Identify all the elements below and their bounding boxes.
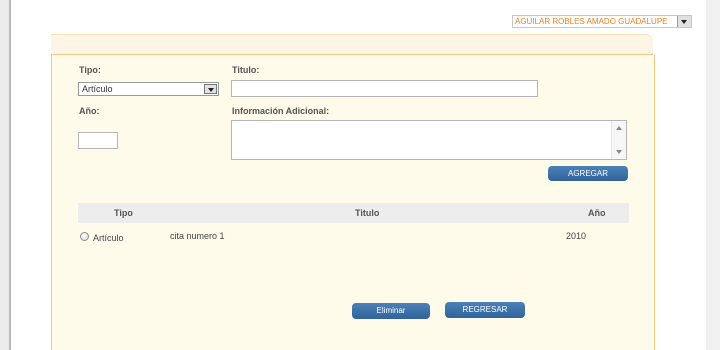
anio-input[interactable] — [78, 132, 118, 149]
titulo-label: Titulo: — [232, 65, 260, 75]
eliminar-button[interactable]: Eliminar — [352, 303, 430, 319]
panel-header-bar — [51, 34, 653, 55]
chevron-down-icon[interactable] — [204, 84, 217, 94]
right-rail — [706, 0, 720, 350]
col-header-anio: Año — [588, 208, 606, 218]
textarea-scrollbar[interactable] — [611, 121, 626, 159]
tipo-select[interactable]: Artículo — [78, 82, 219, 96]
row-anio: 2010 — [566, 231, 587, 241]
regresar-button[interactable]: REGRESAR — [445, 302, 525, 318]
titulo-input[interactable] — [231, 80, 538, 97]
user-select-value: AGUILAR ROBLES AMADO GUADALUPE — [515, 17, 668, 26]
col-header-tipo: Tipo — [114, 208, 133, 218]
left-divider — [9, 0, 11, 350]
info-textarea[interactable] — [231, 120, 627, 160]
col-header-titulo: Titulo — [355, 208, 380, 218]
anio-label: Año: — [79, 106, 100, 116]
row-titulo: cita numero 1 — [170, 231, 225, 241]
info-label: Información Adicional: — [232, 106, 330, 116]
table-header: Tipo Titulo Año — [78, 203, 629, 223]
tipo-label: Tipo: — [79, 65, 101, 75]
chevron-down-icon[interactable] — [677, 16, 691, 27]
left-rail — [0, 0, 9, 350]
scroll-up-icon[interactable] — [616, 126, 622, 130]
row-tipo: Artículo — [93, 233, 124, 243]
user-select[interactable]: AGUILAR ROBLES AMADO GUADALUPE — [512, 15, 692, 28]
row-select-radio[interactable] — [80, 232, 89, 241]
tipo-select-value: Artículo — [82, 84, 113, 94]
scroll-down-icon[interactable] — [616, 150, 622, 154]
agregar-button[interactable]: AGREGAR — [548, 166, 628, 181]
